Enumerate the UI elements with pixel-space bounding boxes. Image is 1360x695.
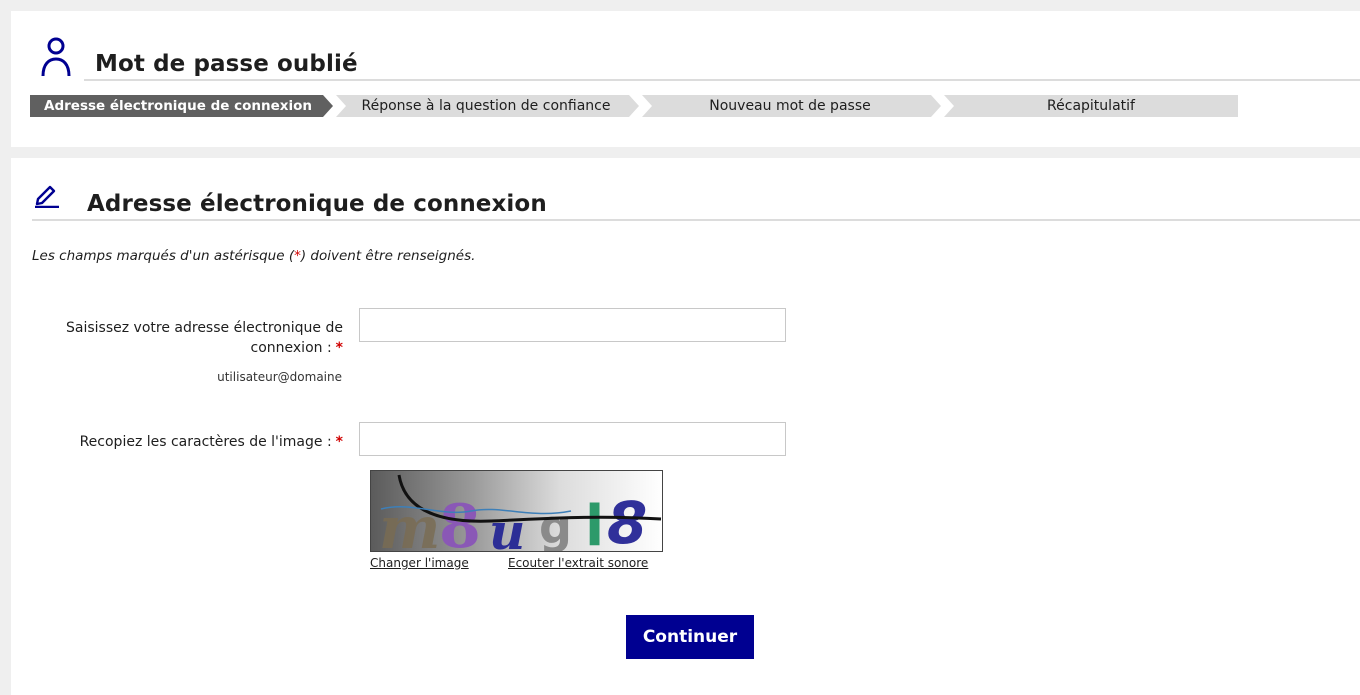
- form-panel: Adresse électronique de connexion Les ch…: [11, 158, 1360, 695]
- user-icon: [40, 37, 72, 81]
- captcha-image: m 8 u g l 8: [370, 470, 663, 552]
- title-divider: [84, 79, 1360, 81]
- captcha-label: Recopiez les caractères de l'image : *: [79, 434, 343, 450]
- pencil-icon: [33, 180, 61, 212]
- captcha-char-l: l: [585, 494, 604, 552]
- required-fields-note: Les champs marqués d'un astérisque (*) d…: [32, 248, 476, 264]
- step-security-question: Réponse à la question de confiance: [361, 98, 611, 114]
- audio-captcha-link[interactable]: Ecouter l'extrait sonore: [508, 556, 648, 570]
- captcha-input[interactable]: [359, 422, 786, 456]
- progress-stepper: Adresse électronique de connexion Répons…: [30, 95, 1238, 117]
- captcha-char-m: m: [379, 494, 440, 552]
- captcha-char-g: g: [539, 500, 572, 552]
- required-star: *: [335, 340, 343, 356]
- step-email: Adresse électronique de connexion: [44, 98, 312, 114]
- continue-button[interactable]: Continuer: [626, 615, 754, 659]
- page-title: Mot de passe oublié: [95, 51, 358, 77]
- section-title: Adresse électronique de connexion: [87, 191, 547, 217]
- email-format-hint: utilisateur@domaine: [217, 370, 342, 384]
- step-summary: Récapitulatif: [1047, 98, 1135, 114]
- step-new-password: Nouveau mot de passe: [709, 98, 871, 114]
- email-label: Saisissez votre adresse électronique de …: [66, 320, 343, 356]
- header-panel: Mot de passe oublié Adresse électronique…: [11, 11, 1360, 147]
- email-input[interactable]: [359, 308, 786, 342]
- section-divider: [32, 219, 1360, 221]
- change-captcha-link[interactable]: Changer l'image: [370, 556, 469, 570]
- required-star: *: [335, 434, 343, 450]
- captcha-char-8b: 8: [607, 489, 647, 552]
